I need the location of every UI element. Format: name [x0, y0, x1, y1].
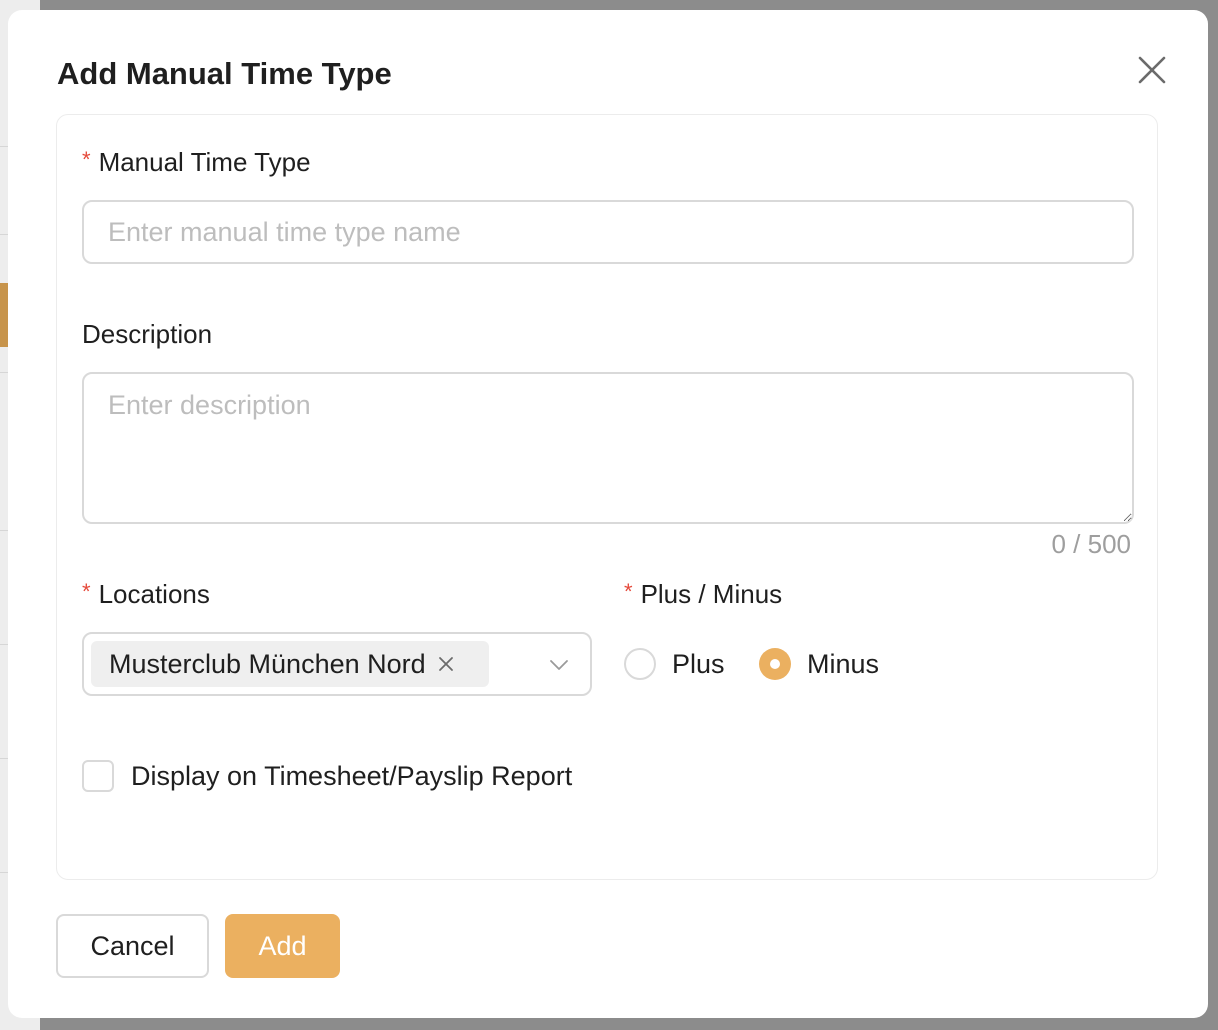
close-icon: [1138, 56, 1166, 84]
display-report-checkbox-row[interactable]: Display on Timesheet/Payslip Report: [82, 760, 572, 792]
close-icon: [438, 657, 453, 671]
manual-time-type-label-text: Manual Time Type: [98, 147, 311, 177]
required-mark: *: [624, 579, 633, 604]
locations-label-text: Locations: [98, 579, 210, 609]
radio-plus-circle[interactable]: [624, 648, 656, 680]
display-report-label: Display on Timesheet/Payslip Report: [131, 760, 573, 791]
manual-time-type-label: * Manual Time Type: [82, 147, 311, 178]
dialog-title: Add Manual Time Type: [57, 56, 392, 91]
description-char-counter: 0 / 500: [1051, 529, 1131, 559]
locations-label: * Locations: [82, 579, 210, 610]
close-button[interactable]: [1132, 50, 1172, 90]
description-label: Description: [82, 319, 213, 349]
radio-minus-label: Minus: [807, 648, 880, 679]
display-report-checkbox[interactable]: [82, 760, 114, 792]
radio-minus[interactable]: Minus: [759, 647, 879, 681]
required-mark: *: [82, 147, 91, 172]
add-button[interactable]: Add: [225, 914, 340, 978]
description-textarea[interactable]: [82, 372, 1134, 524]
location-tag: Musterclub München Nord: [91, 641, 489, 687]
radio-plus[interactable]: Plus: [624, 647, 725, 681]
add-manual-time-type-dialog: Add Manual Time Type * Manual Time Type D…: [8, 10, 1208, 1018]
required-mark: *: [82, 579, 91, 604]
locations-select[interactable]: Musterclub München Nord: [82, 632, 592, 696]
cancel-button[interactable]: Cancel: [56, 914, 209, 978]
remove-tag-button[interactable]: [436, 654, 456, 674]
location-tag-label: Musterclub München Nord: [109, 648, 426, 679]
chevron-down-icon[interactable]: [548, 654, 570, 676]
form-card: * Manual Time Type Description 0 / 500 * L…: [56, 114, 1158, 880]
plus-minus-label: * Plus / Minus: [624, 579, 782, 610]
plus-minus-label-text: Plus / Minus: [640, 579, 783, 609]
radio-minus-circle[interactable]: [759, 648, 791, 680]
radio-plus-label: Plus: [672, 648, 725, 679]
manual-time-type-input[interactable]: [82, 200, 1134, 264]
